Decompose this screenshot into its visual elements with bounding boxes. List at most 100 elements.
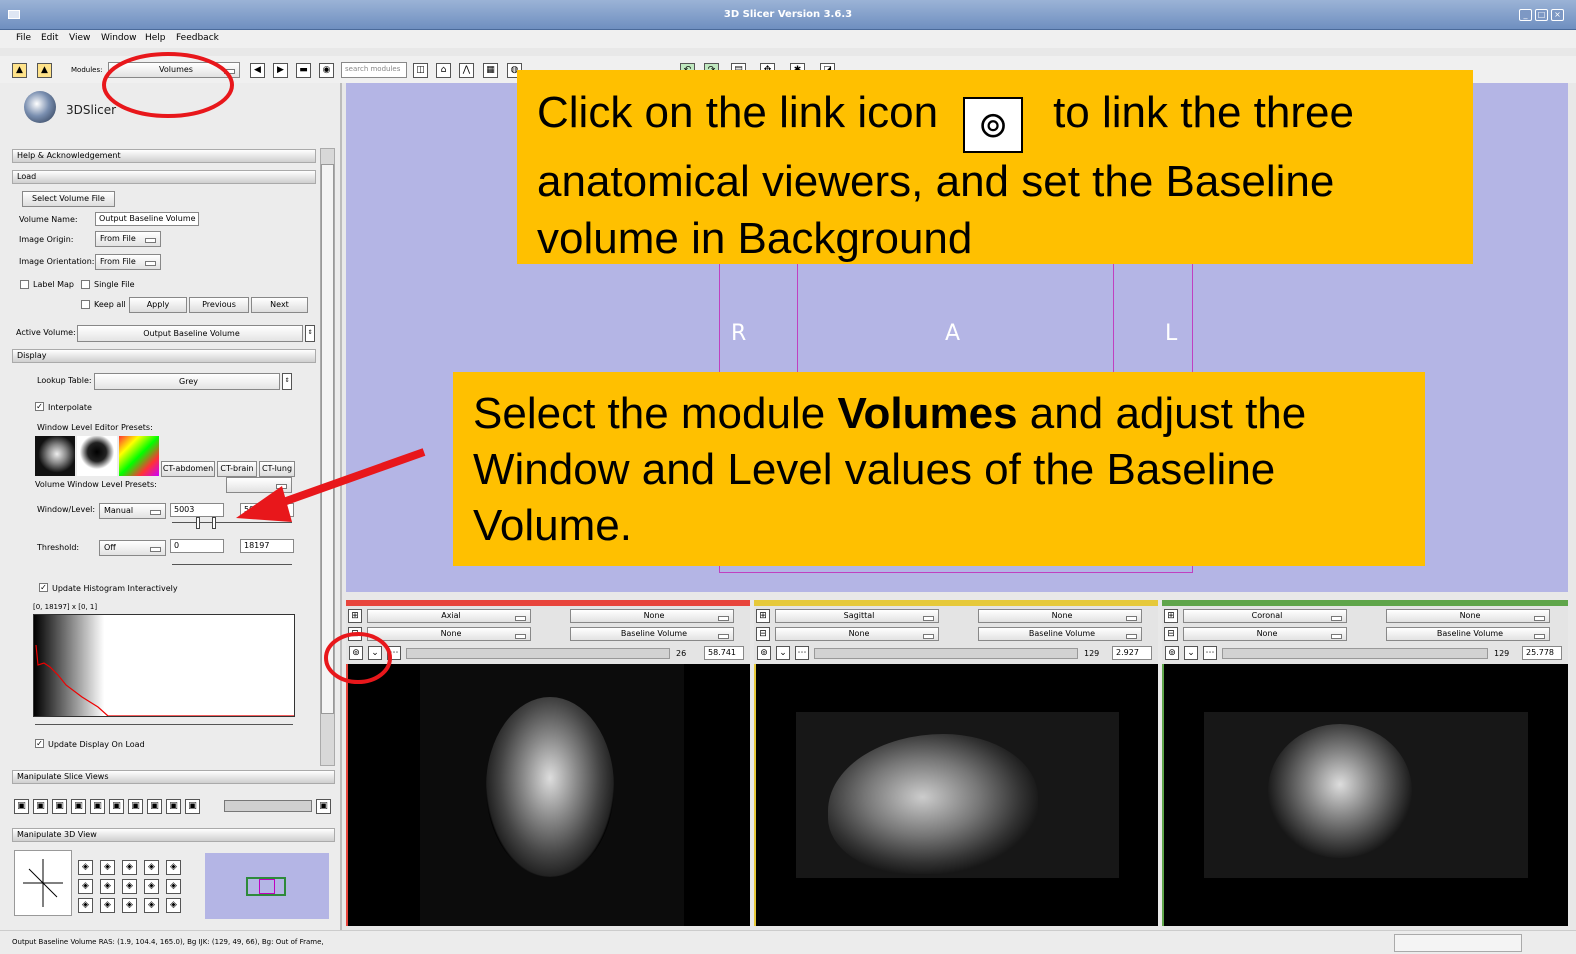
preset-ct-lung-button[interactable]: CT-lung	[259, 461, 295, 477]
module-refresh-icon[interactable]: ◉	[319, 63, 334, 78]
slice-icon-3[interactable]: ▣	[52, 799, 67, 814]
view-control-icon[interactable]: ◈	[166, 898, 181, 913]
background-volume-combo[interactable]: Baseline Volume	[570, 627, 734, 641]
select-volume-file-button[interactable]: Select Volume File	[22, 191, 115, 207]
preset-thumbnail-3[interactable]	[119, 436, 159, 476]
next-button[interactable]: Next	[251, 297, 308, 313]
slice-options-icon[interactable]: ▣	[316, 799, 331, 814]
slice-offset-slider[interactable]	[406, 648, 670, 659]
view-control-icon[interactable]: ◈	[122, 879, 137, 894]
menu-feedback[interactable]: Feedback	[176, 33, 219, 43]
menu-window[interactable]: Window	[101, 33, 137, 43]
foreground-volume-combo[interactable]: None	[978, 609, 1142, 623]
search-binoculars-icon[interactable]: ◫	[413, 63, 428, 78]
minimize-icon[interactable]: _	[1519, 9, 1532, 21]
module-selector[interactable]: Volumes	[108, 62, 240, 78]
slice-pin-icon[interactable]: ⊞	[756, 609, 770, 623]
view-control-icon[interactable]: ◈	[122, 860, 137, 875]
slice-offset-slider[interactable]	[814, 648, 1078, 659]
single-file-checkbox[interactable]	[81, 280, 90, 289]
data-tree-icon[interactable]: ⋀	[459, 63, 474, 78]
slice-visibility-icon[interactable]: ⊟	[348, 627, 362, 641]
slice-orientation-combo[interactable]: Axial	[367, 609, 531, 623]
view-control-icon[interactable]: ◈	[144, 898, 159, 913]
view-control-icon[interactable]: ◈	[100, 898, 115, 913]
image-orientation-combo[interactable]: From File	[95, 254, 161, 270]
slice-options-icon[interactable]: ⋯	[1203, 646, 1217, 660]
slice-offset-field[interactable]: 25.778	[1522, 646, 1562, 660]
window-max-handle[interactable]	[212, 517, 216, 529]
menu-edit[interactable]: Edit	[41, 33, 58, 43]
search-modules-input[interactable]: search modules	[341, 62, 407, 78]
next-module-icon[interactable]: ▶	[273, 63, 288, 78]
view-control-icon[interactable]: ◈	[144, 860, 159, 875]
save-scene-icon[interactable]: ▲	[37, 63, 52, 78]
foreground-volume-combo[interactable]: None	[1386, 609, 1550, 623]
label-volume-combo[interactable]: None	[367, 627, 531, 641]
coronal-slice-view[interactable]	[1162, 664, 1568, 926]
view-control-icon[interactable]: ◈	[78, 860, 93, 875]
slice-icon-2[interactable]: ▣	[33, 799, 48, 814]
sagittal-slice-view[interactable]	[754, 664, 1158, 926]
help-section-header[interactable]: Help & Acknowledgement	[12, 149, 316, 163]
menu-view[interactable]: View	[69, 33, 90, 43]
volumes-icon[interactable]: ▦	[483, 63, 498, 78]
label-volume-combo[interactable]: None	[775, 627, 939, 641]
manipulate-3d-view-header[interactable]: Manipulate 3D View	[12, 828, 335, 842]
link-views-icon[interactable]: ⊚	[1165, 646, 1179, 660]
manipulate-slice-views-header[interactable]: Manipulate Slice Views	[12, 770, 335, 784]
slice-icon-4[interactable]: ▣	[71, 799, 86, 814]
previous-button[interactable]: Previous	[189, 297, 249, 313]
view-control-icon[interactable]: ◈	[100, 879, 115, 894]
preset-thumbnail-1[interactable]	[35, 436, 75, 476]
foreground-volume-combo[interactable]: None	[570, 609, 734, 623]
module-history-icon[interactable]: ▬	[296, 63, 311, 78]
home-icon[interactable]: ⌂	[436, 63, 451, 78]
prev-module-icon[interactable]: ◀	[250, 63, 265, 78]
view-control-icon[interactable]: ◈	[78, 879, 93, 894]
fit-to-window-icon[interactable]: ▣	[14, 799, 29, 814]
slice-pin-icon[interactable]: ⊞	[348, 609, 362, 623]
view-orientation-compass[interactable]	[14, 850, 72, 916]
threshold-min-field[interactable]: 0	[170, 539, 224, 553]
slice-orientation-combo[interactable]: Coronal	[1183, 609, 1347, 623]
load-scene-icon[interactable]: ▲	[12, 63, 27, 78]
slice-menu-icon[interactable]: ⌄	[1184, 646, 1198, 660]
background-volume-combo[interactable]: Baseline Volume	[1386, 627, 1550, 641]
view-control-icon[interactable]: ◈	[166, 879, 181, 894]
menu-help[interactable]: Help	[145, 33, 166, 43]
slice-offset-slider[interactable]	[1222, 648, 1488, 659]
window-min-handle[interactable]	[196, 517, 200, 529]
slice-menu-icon[interactable]: ⌄	[368, 646, 382, 660]
update-histogram-checkbox[interactable]: ✓	[39, 583, 48, 592]
slice-pin-icon[interactable]: ⊞	[1164, 609, 1178, 623]
volume-wl-presets-combo[interactable]	[226, 477, 292, 493]
axial-slice-view[interactable]	[346, 664, 750, 926]
menu-file[interactable]: File	[16, 33, 31, 43]
lookup-table-selector[interactable]: Grey	[94, 373, 280, 390]
link-views-icon[interactable]: ⊚	[757, 646, 771, 660]
preset-ct-brain-button[interactable]: CT-brain	[217, 461, 257, 477]
zoom-icon[interactable]: ▣	[166, 799, 181, 814]
preset-ct-abdomen-button[interactable]: CT-abdomen	[161, 461, 215, 477]
slice-offset-field[interactable]: 58.741	[704, 646, 744, 660]
slice-offset-field[interactable]: 2.927	[1112, 646, 1152, 660]
view-control-icon[interactable]: ◈	[100, 860, 115, 875]
image-origin-combo[interactable]: From File	[95, 231, 161, 247]
fit-icon[interactable]: ▣	[147, 799, 162, 814]
lookup-table-spin-icon[interactable]: ⇕	[282, 373, 292, 390]
view-control-icon[interactable]: ◈	[166, 860, 181, 875]
histogram-range-slider[interactable]	[35, 724, 293, 725]
slice-icon-5[interactable]: ▣	[90, 799, 105, 814]
threshold-range-track[interactable]	[172, 564, 292, 565]
interpolate-checkbox[interactable]: ✓	[35, 402, 44, 411]
maximize-icon[interactable]: □	[1535, 9, 1548, 21]
active-volume-spin-icon[interactable]: ⇕	[305, 325, 315, 342]
slice-fov-slider[interactable]	[224, 800, 312, 812]
display-section-header[interactable]: Display	[12, 349, 316, 363]
view-control-icon[interactable]: ◈	[144, 879, 159, 894]
keep-all-checkbox[interactable]	[81, 300, 90, 309]
slice-icon-6[interactable]: ▣	[109, 799, 124, 814]
slice-visibility-icon[interactable]: ⊟	[756, 627, 770, 641]
window-level-range-track[interactable]	[172, 522, 292, 523]
